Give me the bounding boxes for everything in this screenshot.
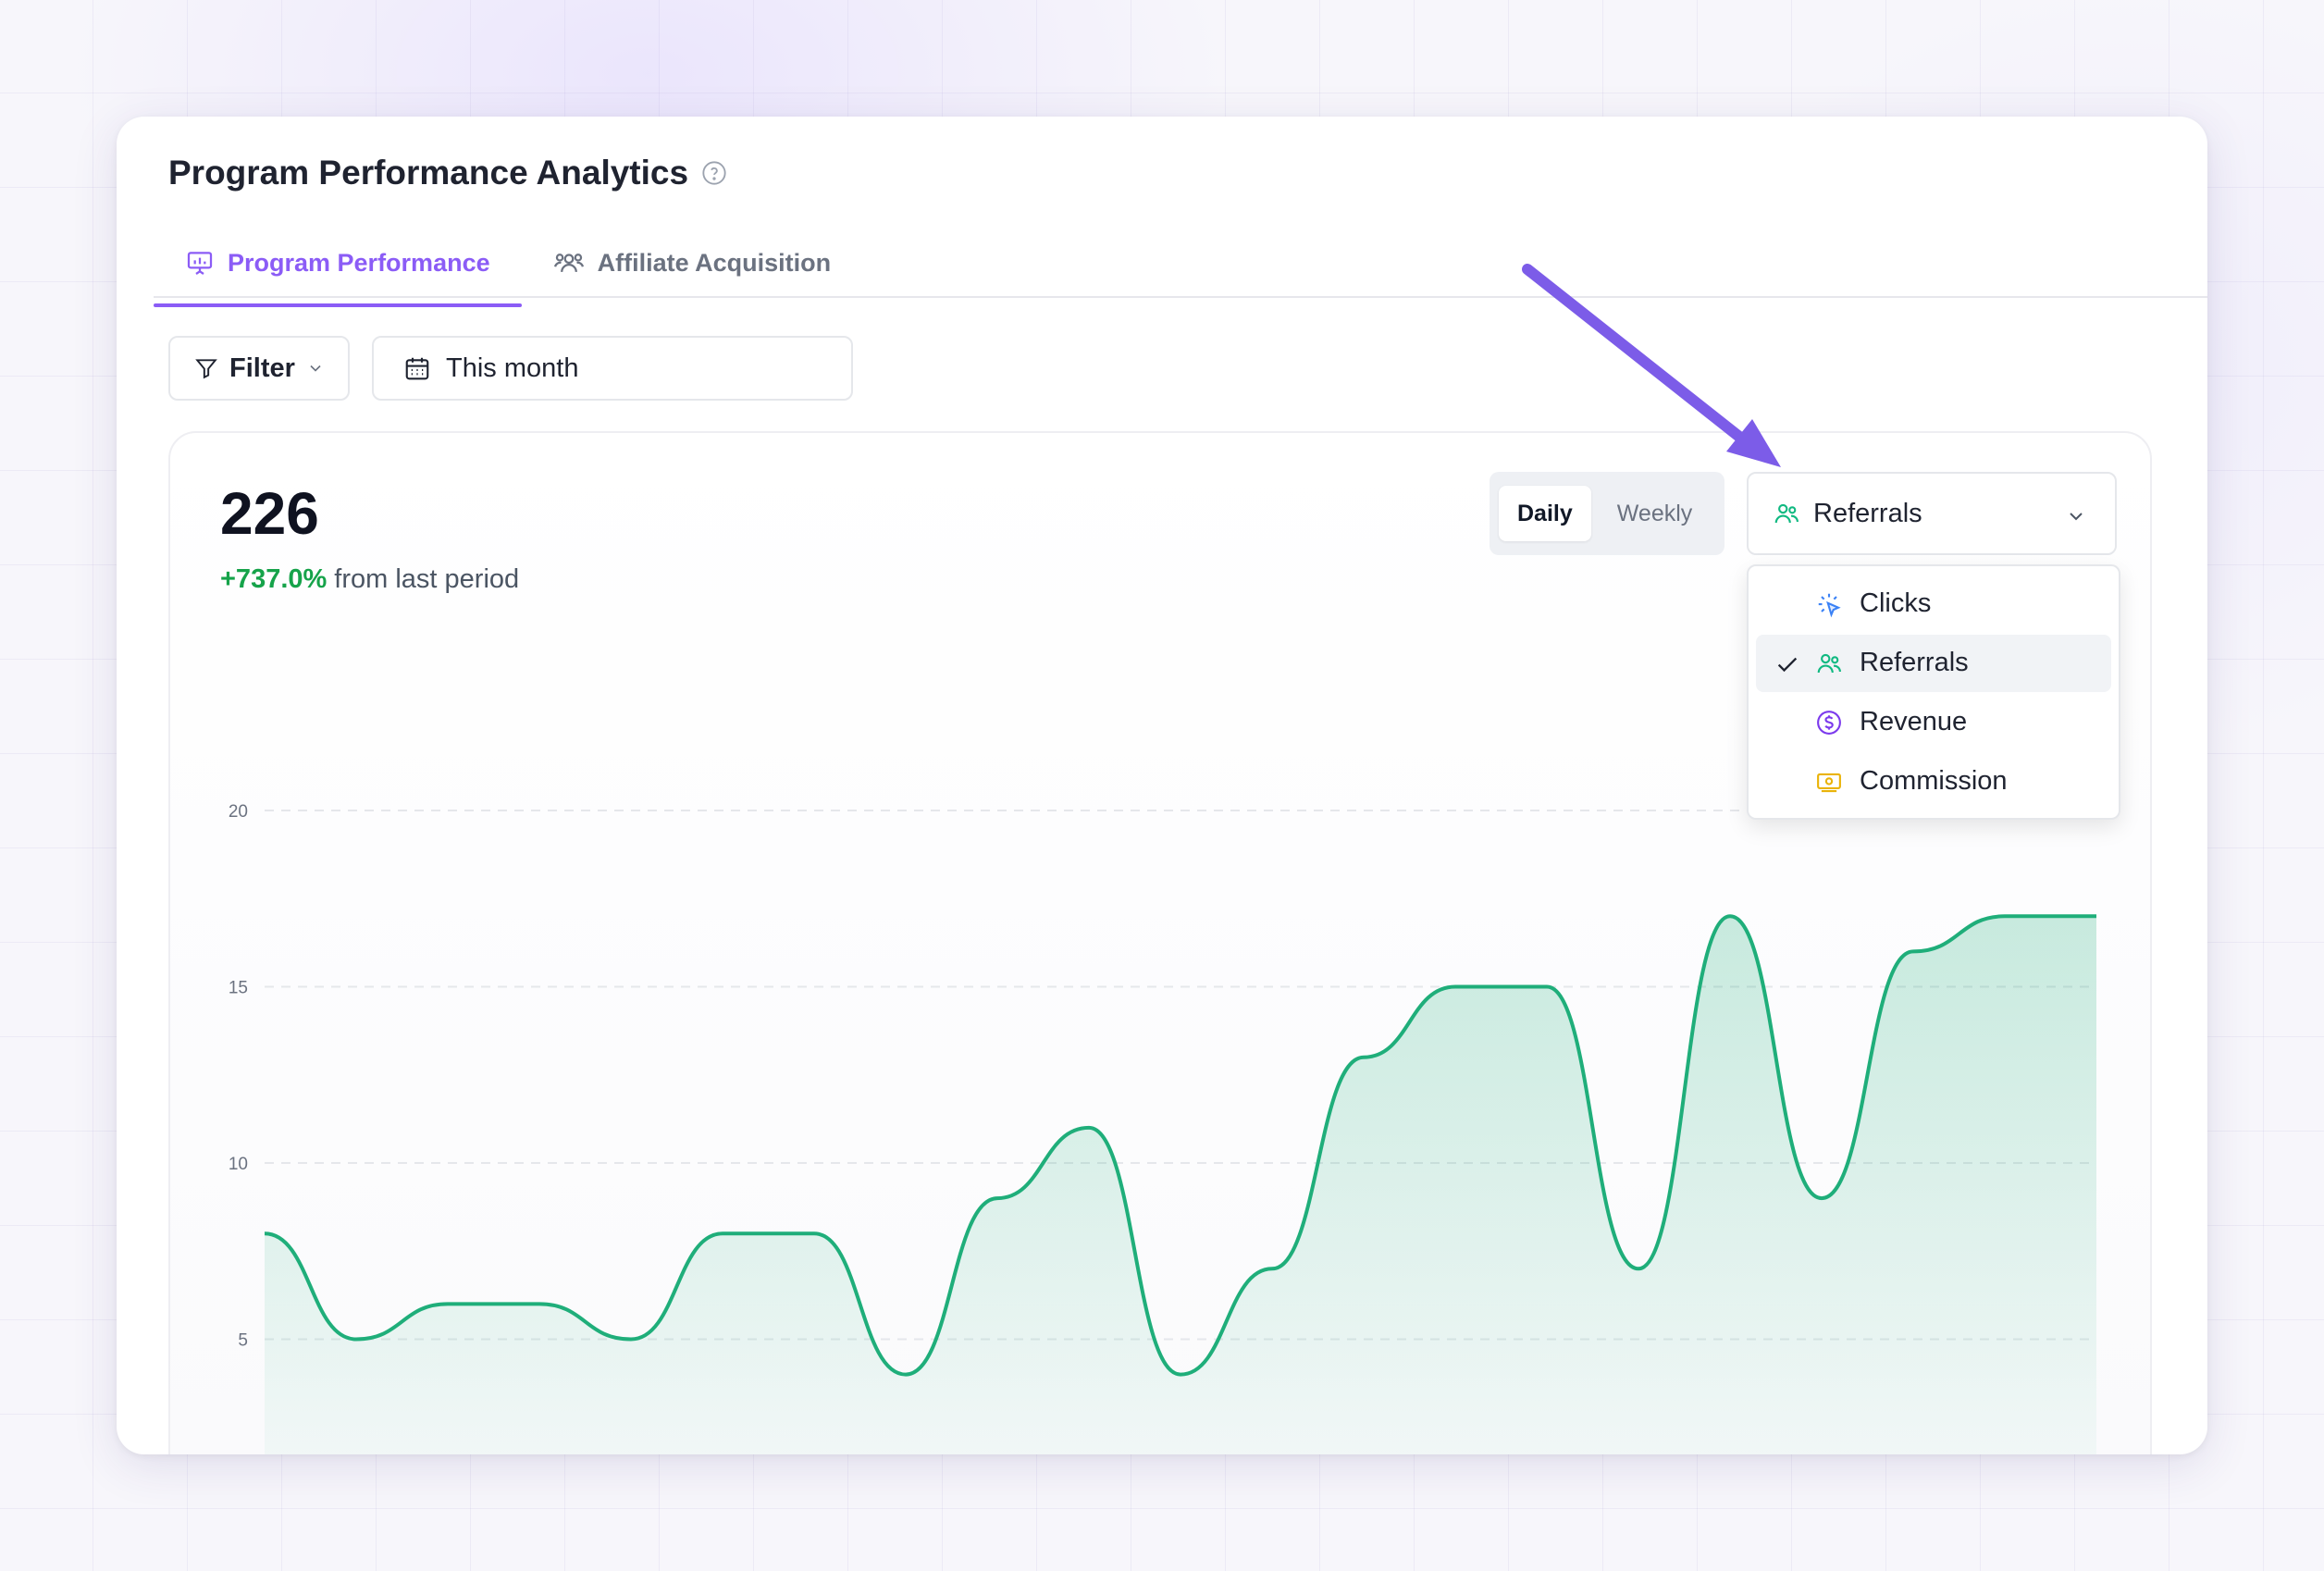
data-point[interactable] bbox=[1450, 982, 1461, 993]
users-icon bbox=[1774, 503, 1799, 524]
metric-dropdown: Clicks Referrals Revenue Commission bbox=[1747, 564, 2120, 820]
chart-card: 226 +737.0%from last period 05101520 Dai… bbox=[168, 431, 2152, 1454]
data-point[interactable] bbox=[900, 1369, 911, 1380]
data-point[interactable] bbox=[2091, 910, 2102, 922]
y-tick-label: 20 bbox=[229, 802, 248, 822]
period-toggle: Daily Weekly bbox=[1490, 472, 1724, 555]
cursor-click-icon bbox=[1818, 593, 1841, 618]
toggle-weekly[interactable]: Weekly bbox=[1599, 486, 1712, 541]
analytics-panel: Program Performance Analytics Program Pe… bbox=[117, 117, 2207, 1454]
data-point[interactable] bbox=[1541, 982, 1552, 993]
y-tick-label: 10 bbox=[229, 1155, 248, 1174]
metric-select[interactable]: Referrals bbox=[1747, 472, 2117, 555]
filter-icon bbox=[195, 359, 217, 379]
filter-label: Filter bbox=[229, 353, 295, 383]
data-point[interactable] bbox=[1633, 1263, 1644, 1274]
tabs-divider bbox=[154, 296, 2207, 298]
data-point[interactable] bbox=[809, 1228, 820, 1239]
metric-option-revenue[interactable]: Revenue bbox=[1756, 694, 2111, 751]
y-tick-label: 5 bbox=[238, 1331, 248, 1351]
data-point[interactable] bbox=[1083, 1122, 1094, 1133]
metric-option-label: Commission bbox=[1860, 766, 2008, 796]
data-point[interactable] bbox=[351, 1334, 362, 1345]
filter-button[interactable]: Filter bbox=[168, 336, 350, 401]
metric-select-value: Referrals bbox=[1813, 498, 1922, 528]
date-range-button[interactable]: This month bbox=[372, 336, 853, 401]
data-point[interactable] bbox=[992, 1193, 1003, 1204]
chevron-down-icon bbox=[2070, 513, 2083, 521]
data-point[interactable] bbox=[717, 1228, 728, 1239]
y-tick-label: 15 bbox=[229, 979, 248, 998]
tab-label: Affiliate Acquisition bbox=[597, 248, 832, 277]
data-point[interactable] bbox=[1175, 1369, 1186, 1380]
check-icon bbox=[1777, 657, 1798, 673]
metric-option-referrals[interactable]: Referrals bbox=[1756, 635, 2111, 692]
metric-option-label: Revenue bbox=[1860, 707, 1968, 736]
chevron-down-icon bbox=[310, 365, 321, 372]
metric-option-clicks[interactable]: Clicks bbox=[1756, 575, 2111, 633]
metric-option-label: Clicks bbox=[1860, 588, 1932, 618]
tab-label: Program Performance bbox=[228, 248, 490, 277]
tab-program-performance[interactable]: Program Performance bbox=[154, 218, 522, 307]
data-point[interactable] bbox=[1999, 910, 2010, 922]
dollar-circle-icon bbox=[1817, 711, 1841, 735]
tab-bar: Program Performance Affiliate Acquisitio… bbox=[154, 218, 862, 307]
banknote-icon bbox=[1817, 773, 1841, 793]
presentation-chart-icon bbox=[187, 252, 213, 275]
metric-option-commission[interactable]: Commission bbox=[1756, 753, 2111, 810]
toggle-daily[interactable]: Daily bbox=[1499, 486, 1591, 541]
users-group-icon bbox=[553, 254, 584, 273]
data-point[interactable] bbox=[259, 1228, 270, 1239]
data-point[interactable] bbox=[1816, 1193, 1827, 1204]
calendar-icon bbox=[405, 357, 429, 380]
data-point[interactable] bbox=[1724, 910, 1736, 922]
title-row: Program Performance Analytics bbox=[168, 144, 727, 202]
page-title: Program Performance Analytics bbox=[168, 154, 689, 192]
data-point[interactable] bbox=[625, 1334, 637, 1345]
data-point[interactable] bbox=[1267, 1263, 1278, 1274]
metric-option-label: Referrals bbox=[1860, 648, 1969, 677]
data-point[interactable] bbox=[1908, 946, 1919, 957]
data-point[interactable] bbox=[1358, 1052, 1369, 1063]
date-range-label: This month bbox=[446, 353, 579, 383]
tab-affiliate-acquisition[interactable]: Affiliate Acquisition bbox=[522, 218, 863, 307]
help-circle-icon[interactable] bbox=[701, 160, 727, 186]
users-icon bbox=[1817, 653, 1841, 674]
data-point[interactable] bbox=[534, 1298, 545, 1309]
data-point[interactable] bbox=[442, 1298, 453, 1309]
